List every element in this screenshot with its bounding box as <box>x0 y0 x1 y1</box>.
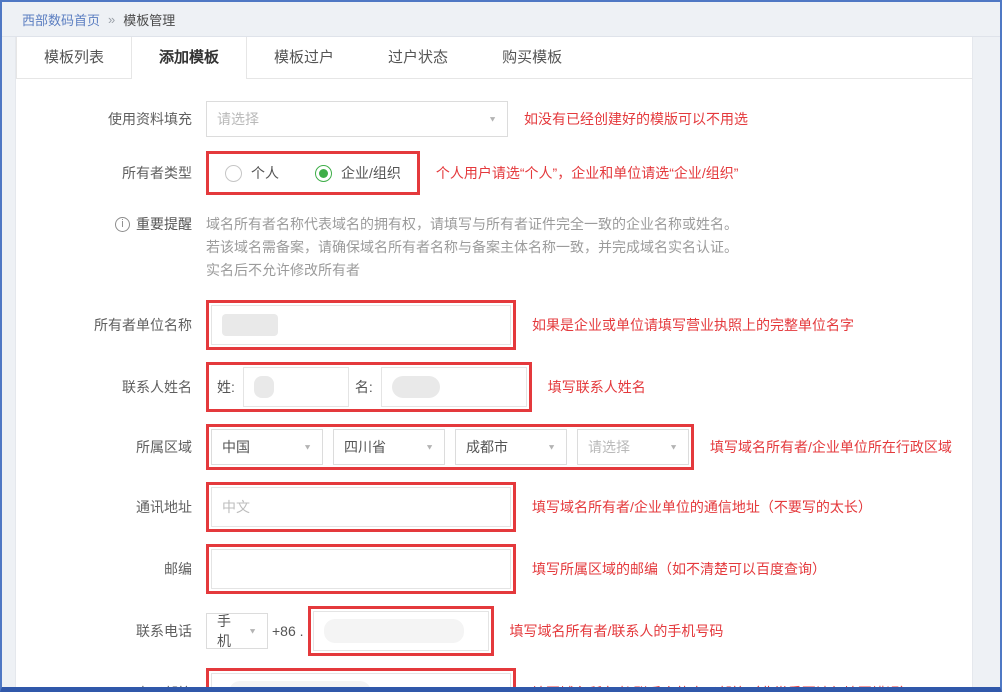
important-notice-label: i 重要提醒 <box>16 213 192 236</box>
row-fill-from-template: 使用资料填充 请选择 ▼ 如没有已经创建好的模版可以不用选 <box>16 99 972 139</box>
owner-type-radio-personal[interactable]: 个人 <box>225 163 279 183</box>
tab-template-transfer[interactable]: 模板过户 <box>247 37 361 78</box>
add-template-form: 使用资料填充 请选择 ▼ 如没有已经创建好的模版可以不用选 所有者类型 个人 企… <box>16 79 972 687</box>
row-phone: 联系电话 手机 ▼ +86 . 填写域名所有者/联系人的手机号码 <box>16 606 972 656</box>
region-country-value: 中国 <box>222 437 250 457</box>
zip-input[interactable] <box>211 549 511 589</box>
owner-org-name-input[interactable] <box>211 305 511 345</box>
field-hint: 填写域名所有者/企业单位所在行政区域 <box>710 437 952 457</box>
email-required-box: . <box>206 668 516 687</box>
owner-type-radio-enterprise[interactable]: 企业/组织 <box>315 163 401 183</box>
owner-org-name-required-box <box>206 300 516 350</box>
contact-name-required-box: 姓: 名: <box>206 362 532 412</box>
last-name-label: 姓: <box>217 377 235 397</box>
breadcrumb-current: 模板管理 <box>123 10 175 29</box>
contact-name-label: 联系人姓名 <box>16 367 192 407</box>
radio-icon <box>315 165 332 182</box>
fill-from-template-label: 使用资料填充 <box>16 99 192 139</box>
redacted-value <box>229 681 371 687</box>
region-province-select[interactable]: 四川省 ▼ <box>333 429 445 465</box>
radio-icon <box>225 165 242 182</box>
redacted-value <box>392 376 440 398</box>
row-email: 电子邮箱 . 填写域名所有者/联系人的电子邮箱（非常重要请勿填写错误） <box>16 668 972 687</box>
last-name-input[interactable] <box>243 367 349 407</box>
region-district-placeholder: 请选择 <box>588 437 630 457</box>
first-name-input[interactable] <box>381 367 527 407</box>
row-important-notice: i 重要提醒 域名所有者名称代表域名的拥有权，请填写与所有者证件完全一致的企业名… <box>16 213 972 282</box>
chevron-down-icon: ▼ <box>425 443 434 452</box>
content-panel: 模板列表 添加模板 模板过户 过户状态 购买模板 使用资料填充 请选择 ▼ 如没… <box>15 37 973 687</box>
region-country-select[interactable]: 中国 ▼ <box>211 429 323 465</box>
fill-from-template-select[interactable]: 请选择 ▼ <box>206 101 508 137</box>
phone-country-code: +86 . <box>272 623 304 639</box>
region-city-select[interactable]: 成都市 ▼ <box>455 429 567 465</box>
redacted-value <box>222 314 278 336</box>
address-placeholder: 中文 <box>222 497 250 517</box>
fill-from-template-placeholder: 请选择 <box>217 109 259 129</box>
field-hint: 如没有已经创建好的模版可以不用选 <box>524 109 748 129</box>
breadcrumb-separator: » <box>108 12 115 27</box>
chevron-down-icon: ▼ <box>547 443 556 452</box>
phone-type-value: 手机 <box>217 611 240 651</box>
notice-line: 若该域名需备案，请确保域名所有者名称与备案主体名称一致，并完成域名实名认证。 <box>206 236 738 259</box>
region-district-select[interactable]: 请选择 ▼ <box>577 429 689 465</box>
tab-bar: 模板列表 添加模板 模板过户 过户状态 购买模板 <box>16 37 972 79</box>
zip-required-box <box>206 544 516 594</box>
chevron-down-icon: ▼ <box>303 443 312 452</box>
tab-add-template[interactable]: 添加模板 <box>132 37 247 78</box>
notice-line: 实名后不允许修改所有者 <box>206 259 738 282</box>
owner-org-name-label: 所有者单位名称 <box>16 305 192 345</box>
field-hint: 如果是企业或单位请填写营业执照上的完整单位名字 <box>532 315 854 335</box>
first-name-label: 名: <box>355 377 373 397</box>
breadcrumb: 西部数码首页 » 模板管理 <box>2 2 1000 37</box>
email-input[interactable]: . <box>211 673 511 687</box>
owner-type-required-box: 个人 企业/组织 <box>206 151 420 195</box>
tab-buy-template[interactable]: 购买模板 <box>475 37 589 78</box>
redacted-value <box>324 619 464 643</box>
tab-transfer-status[interactable]: 过户状态 <box>361 37 475 78</box>
address-label: 通讯地址 <box>16 487 192 527</box>
important-notice-title: 重要提醒 <box>136 213 192 236</box>
row-owner-org-name: 所有者单位名称 如果是企业或单位请填写营业执照上的完整单位名字 <box>16 300 972 350</box>
field-hint: 填写域名所有者/联系人的手机号码 <box>510 621 724 641</box>
owner-type-personal-label: 个人 <box>251 163 279 183</box>
phone-number-input[interactable] <box>313 611 489 651</box>
address-input[interactable]: 中文 <box>211 487 511 527</box>
info-icon: i <box>115 217 130 232</box>
region-province-value: 四川省 <box>344 437 386 457</box>
chevron-down-icon: ▼ <box>669 443 678 452</box>
address-required-box: 中文 <box>206 482 516 532</box>
field-hint: 填写域名所有者/联系人的电子邮箱（非常重要请勿填写错误） <box>532 683 914 687</box>
notice-line: 域名所有者名称代表域名的拥有权，请填写与所有者证件完全一致的企业名称或姓名。 <box>206 213 738 236</box>
owner-type-label: 所有者类型 <box>16 153 192 193</box>
tab-template-list[interactable]: 模板列表 <box>16 37 132 78</box>
region-city-value: 成都市 <box>466 437 508 457</box>
redacted-value <box>254 376 274 398</box>
email-label: 电子邮箱 <box>16 673 192 687</box>
phone-required-box <box>308 606 494 656</box>
row-region: 所属区域 中国 ▼ 四川省 ▼ 成都市 ▼ 请选择 ▼ <box>16 424 972 470</box>
row-zip: 邮编 填写所属区域的邮编（如不清楚可以百度查询） <box>16 544 972 594</box>
breadcrumb-home-link[interactable]: 西部数码首页 <box>22 10 100 29</box>
field-hint: 填写域名所有者/企业单位的通信地址（不要写的太长） <box>532 497 872 517</box>
phone-type-select[interactable]: 手机 ▼ <box>206 613 268 649</box>
zip-label: 邮编 <box>16 549 192 589</box>
field-hint: 填写所属区域的邮编（如不清楚可以百度查询） <box>532 559 826 579</box>
field-hint: 个人用户请选“个人”，企业和单位请选“企业/组织” <box>436 163 739 183</box>
row-contact-name: 联系人姓名 姓: 名: 填写联系人姓名 <box>16 362 972 412</box>
owner-type-enterprise-label: 企业/组织 <box>341 163 401 183</box>
email-visible-prefix: . <box>222 682 226 687</box>
chevron-down-icon: ▼ <box>248 627 257 636</box>
phone-label: 联系电话 <box>16 611 192 651</box>
region-label: 所属区域 <box>16 427 192 467</box>
chevron-down-icon: ▼ <box>488 115 497 124</box>
field-hint: 填写联系人姓名 <box>548 377 646 397</box>
important-notice-text: 域名所有者名称代表域名的拥有权，请填写与所有者证件完全一致的企业名称或姓名。 若… <box>206 213 738 282</box>
region-required-box: 中国 ▼ 四川省 ▼ 成都市 ▼ 请选择 ▼ <box>206 424 694 470</box>
row-owner-type: 所有者类型 个人 企业/组织 个人用户请选“个人”，企业和单位请选“企业/组织” <box>16 151 972 195</box>
row-address: 通讯地址 中文 填写域名所有者/企业单位的通信地址（不要写的太长） <box>16 482 972 532</box>
